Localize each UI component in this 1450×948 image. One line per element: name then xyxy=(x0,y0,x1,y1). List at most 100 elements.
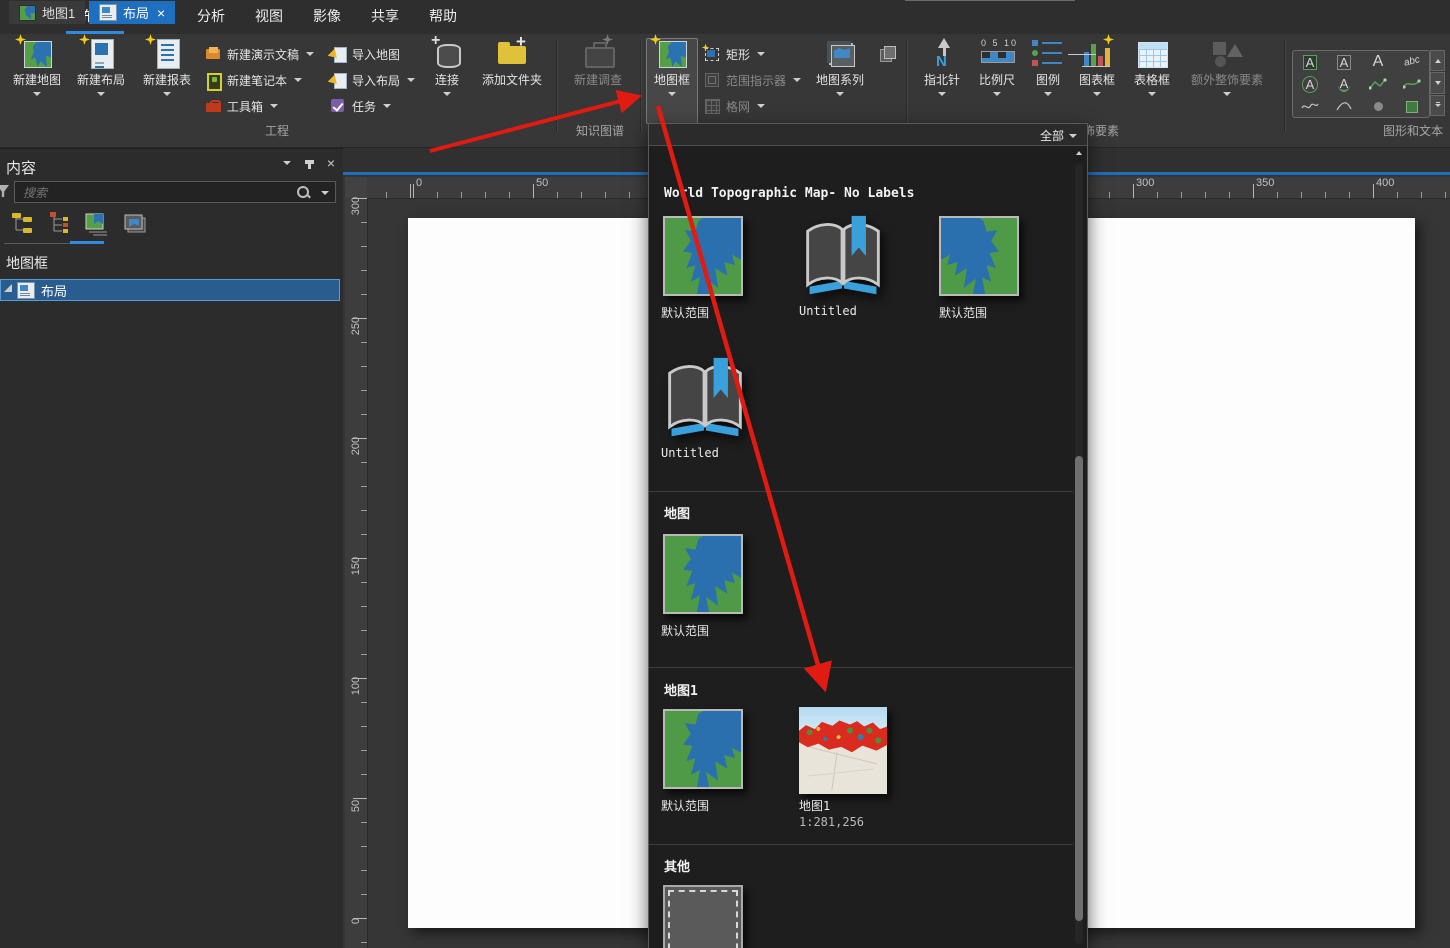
gallery-item-default-extent[interactable] xyxy=(939,216,1019,296)
map-series-icon xyxy=(822,38,858,70)
extra-surrounds-button[interactable]: 额外整饰要素 xyxy=(1182,38,1272,124)
table-frame-button[interactable]: 表格框 xyxy=(1126,38,1178,124)
search-icon[interactable] xyxy=(297,186,309,198)
view-source-icon[interactable] xyxy=(47,211,75,237)
freehand-graphic-icon[interactable] xyxy=(1301,100,1319,114)
legend-button[interactable]: 图例 xyxy=(1026,38,1070,124)
tab-map1[interactable]: 地图1 xyxy=(9,1,86,24)
arc-graphic-icon[interactable] xyxy=(1335,100,1353,114)
callout-text-icon[interactable]: A xyxy=(1337,77,1351,93)
gallery-item-bookmark[interactable] xyxy=(799,214,887,300)
pin-icon[interactable] xyxy=(305,160,314,169)
menu-item[interactable]: 视图 xyxy=(240,0,298,34)
gallery-item-default-extent[interactable] xyxy=(663,709,743,789)
map-frame-button[interactable]: 地图框 xyxy=(648,34,696,124)
gallery-item-empty-frame[interactable] xyxy=(663,885,743,948)
gallery-section-header: 地图1 xyxy=(664,684,698,699)
map-series-button[interactable]: 地图系列 xyxy=(808,38,872,124)
rectangle-button[interactable]: 矩形 xyxy=(701,43,766,64)
gallery-item-default-extent[interactable] xyxy=(663,534,743,614)
connect-button[interactable]: 连接 xyxy=(424,32,470,124)
new-notebook-button[interactable]: 新建笔记本 xyxy=(205,70,303,91)
point-graphic-icon[interactable] xyxy=(1373,102,1383,112)
chevron-down-icon xyxy=(443,92,451,96)
new-presentation-button[interactable]: 新建演示文稿 xyxy=(205,44,315,64)
v-ruler-label: 150 xyxy=(350,556,362,576)
new-layout-button[interactable]: 新建布局 xyxy=(72,34,130,124)
menu-item[interactable]: 分析 xyxy=(182,0,240,34)
toolbox-button[interactable]: 工具箱 xyxy=(205,96,279,116)
gallery-expand-button[interactable] xyxy=(1430,94,1445,116)
filter-icon[interactable] xyxy=(0,185,9,197)
panel-chevron-down-icon[interactable] xyxy=(283,161,291,165)
import-layout-button[interactable]: 导入布局 xyxy=(330,70,416,90)
view-drawing-order-icon[interactable] xyxy=(10,211,38,237)
contents-item-layout[interactable]: 布局 xyxy=(0,279,340,301)
close-tab-icon[interactable]: × xyxy=(157,5,165,21)
gallery-section-header: 其他 xyxy=(664,860,691,875)
grid-button[interactable]: 格网 xyxy=(704,96,766,116)
import-map-icon xyxy=(330,46,347,63)
chevron-down-icon xyxy=(33,92,41,96)
graphics-text-gallery: A A A abc A A xyxy=(1292,50,1430,118)
line-graphic-icon[interactable] xyxy=(1368,78,1387,92)
north-arrow-button[interactable]: N 指北针 xyxy=(916,38,968,124)
new-survey-button[interactable]: 新建调查 xyxy=(560,34,636,124)
import-map-button[interactable]: 导入地图 xyxy=(330,44,400,64)
group-separator xyxy=(556,40,558,132)
chevron-down-icon xyxy=(757,104,766,108)
chevron-down-icon xyxy=(793,78,802,82)
curved-text-icon[interactable]: abc xyxy=(1403,54,1421,69)
chevron-down-icon xyxy=(1223,92,1231,96)
gallery-scroll-up-button[interactable] xyxy=(1430,50,1445,72)
group-separator xyxy=(640,40,642,132)
v-ruler-label: 0 xyxy=(350,917,362,925)
new-map-button[interactable]: 新建地图 xyxy=(8,34,66,124)
add-folder-button[interactable]: 添加文件夹 xyxy=(472,32,552,124)
circle-text-icon[interactable]: A xyxy=(1301,76,1319,94)
chevron-down-icon xyxy=(757,52,766,56)
gallery-scroll-up-icon[interactable] xyxy=(1076,151,1082,155)
v-ruler-label: 300 xyxy=(350,196,362,216)
chart-frame-button[interactable]: 图表框 xyxy=(1072,34,1122,124)
gallery-section-header: World Topographic Map- No Labels xyxy=(664,186,915,201)
tasks-button[interactable]: 任务 xyxy=(330,96,392,116)
view-layout-icon[interactable] xyxy=(84,211,112,237)
menu-item[interactable]: 共享 xyxy=(356,0,414,34)
group-label-project: 工程 xyxy=(264,124,290,138)
gallery-scrollbar-thumb[interactable] xyxy=(1075,456,1083,921)
grid-icon xyxy=(704,98,721,114)
tab-layout[interactable]: 布局 × xyxy=(89,1,176,24)
text-icon[interactable]: A xyxy=(1373,54,1384,70)
new-report-icon xyxy=(145,34,185,70)
v-ruler-label: 200 xyxy=(350,436,362,456)
menu-item[interactable]: 影像 xyxy=(298,0,356,34)
view-map-series-icon[interactable] xyxy=(121,211,149,237)
scale-bar-button[interactable]: 0 5 10 比例尺 xyxy=(970,38,1024,124)
expand-icon[interactable] xyxy=(4,284,12,292)
map-frame-gallery-dropdown: 全部 World Topographic Map- No Labels 默认范围… xyxy=(648,123,1088,948)
add-folder-icon xyxy=(494,32,530,70)
gallery-item-default-extent[interactable] xyxy=(663,216,743,296)
gallery-item-bookmark[interactable] xyxy=(661,356,749,442)
curve-graphic-icon[interactable] xyxy=(1402,78,1421,92)
menu-bar: 工程布局插入分析视图影像共享帮助 xyxy=(0,0,1450,34)
new-report-button[interactable]: 新建报表 xyxy=(138,34,196,124)
chevron-down-icon xyxy=(294,78,303,82)
gallery-scroll-down-button[interactable] xyxy=(1430,72,1445,94)
polygon-graphic-icon[interactable] xyxy=(1406,100,1418,113)
chevron-down-icon xyxy=(270,104,279,108)
frame-text-icon[interactable]: A xyxy=(1336,54,1352,70)
gallery-filter-dropdown[interactable]: 全部 xyxy=(1040,127,1077,144)
copy-pages-icon[interactable] xyxy=(880,46,897,62)
extent-indicator-button[interactable]: 范围指示器 xyxy=(704,70,802,90)
search-input[interactable] xyxy=(21,183,285,203)
chevron-down-icon[interactable] xyxy=(321,191,329,195)
gallery-item-map1[interactable] xyxy=(799,707,887,794)
new-map-icon xyxy=(15,34,55,70)
menu-item[interactable]: 帮助 xyxy=(414,0,472,34)
map1-scale: 1:281,256 xyxy=(799,815,865,829)
close-icon[interactable]: × xyxy=(327,155,335,171)
chevron-down-icon xyxy=(306,52,315,56)
rectangle-text-icon[interactable]: A xyxy=(1302,54,1318,70)
